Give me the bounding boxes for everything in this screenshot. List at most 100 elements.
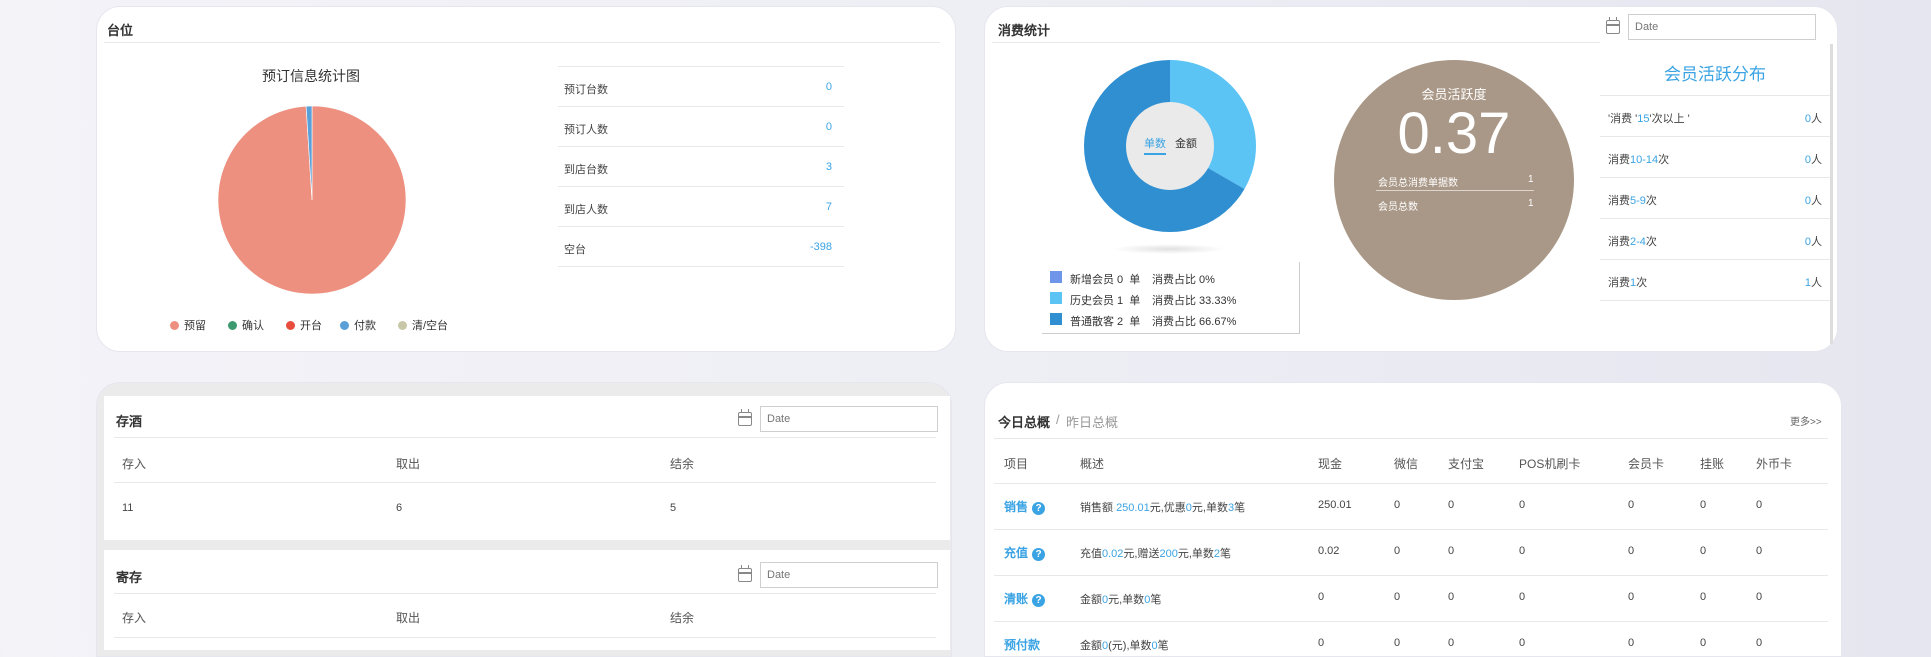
summary-row-desc: 销售额 250.01元,优惠0元,单数3笔 — [1080, 499, 1245, 515]
pie-legend-item[interactable]: 付款 — [340, 317, 376, 333]
summary-row-name-text[interactable]: 清账 — [1004, 592, 1028, 606]
summary-cell: 0 — [1519, 591, 1526, 603]
stat-value[interactable]: -398 — [810, 241, 832, 253]
dist-row: 消费1次 1人 — [1600, 259, 1830, 300]
activity-row-label: 会员总数 — [1378, 202, 1418, 213]
dist-unit: 人 — [1811, 236, 1822, 248]
summary-cell: 0 — [1700, 545, 1707, 557]
donut-legend-label: 历史会员 1 单 — [1070, 295, 1141, 307]
dist-num: 10-14 — [1630, 154, 1659, 166]
divider — [994, 621, 1828, 622]
dist-pre: 消费 — [1608, 154, 1630, 166]
summary-row-name[interactable]: 清账? — [1004, 590, 1046, 607]
pie-legend-item[interactable]: 预留 — [170, 317, 206, 333]
summary-header: 会员卡 — [1628, 457, 1665, 471]
help-icon[interactable]: ? — [1032, 548, 1046, 561]
dist-num: 15 — [1637, 113, 1650, 125]
stat-label: 到店人数 — [564, 204, 608, 216]
summary-cell: 0 — [1394, 545, 1401, 557]
dist-row: 消费10-14次 0人 — [1600, 136, 1830, 177]
summary-title-yesterday[interactable]: 昨日总概 — [1066, 412, 1118, 431]
donut-tab-count[interactable]: 单数 — [1144, 135, 1166, 155]
summary-cell: 0 — [1628, 637, 1635, 649]
summary-row-name-text[interactable]: 充值 — [1004, 546, 1028, 560]
deposit-date-picker — [738, 562, 938, 588]
divider — [104, 42, 940, 43]
stat-row: 空台 -398 — [558, 226, 844, 266]
help-icon[interactable]: ? — [1032, 502, 1046, 515]
help-icon[interactable]: ? — [1032, 594, 1046, 607]
desc-segment: 笔 — [1157, 640, 1169, 652]
divider — [994, 575, 1828, 576]
summary-cell: 0 — [1519, 637, 1526, 649]
wine-title: 存酒 — [116, 414, 143, 429]
summary-row-name-text[interactable]: 销售 — [1004, 500, 1028, 514]
reservation-pie-chart — [217, 105, 407, 295]
summary-header: POS机刷卡 — [1519, 457, 1581, 471]
summary-cell: 0 — [1448, 637, 1455, 649]
dist-row-label: 消费1次 — [1608, 274, 1647, 290]
donut-legend-swatch — [1050, 313, 1062, 325]
summary-cell: 0 — [1519, 545, 1526, 557]
summary-header: 项目 — [1004, 457, 1029, 471]
reservation-chart-title: 预订信息统计图 — [262, 68, 360, 84]
deposit-date-input[interactable] — [760, 562, 938, 588]
stat-value[interactable]: 0 — [826, 121, 832, 133]
dist-post: 次 — [1645, 195, 1657, 207]
more-link[interactable]: 更多>> — [1790, 413, 1822, 428]
dist-row-label: 消费2-4次 — [1608, 233, 1657, 249]
legend-label: 付款 — [354, 320, 376, 332]
calendar-icon[interactable] — [738, 409, 752, 426]
summary-header: 现金 — [1318, 457, 1343, 471]
activity-value: 0.37 — [1397, 101, 1511, 166]
divider — [992, 42, 1600, 43]
desc-segment: 笔 — [1220, 548, 1232, 560]
wine-date-input[interactable] — [760, 406, 938, 432]
desc-segment: 金额 — [1080, 640, 1102, 652]
desc-segment: (元),单数 — [1108, 640, 1152, 652]
summary-cell: 0 — [1318, 637, 1325, 649]
activity-row-value: 1 — [1528, 198, 1534, 209]
summary-cell: 0 — [1448, 591, 1455, 603]
summary-title-today[interactable]: 今日总概 — [998, 412, 1050, 431]
stat-label: 到店台数 — [564, 164, 608, 176]
summary-cell: 0 — [1700, 637, 1707, 649]
calendar-icon[interactable] — [738, 565, 752, 582]
consume-date-input[interactable] — [1628, 14, 1816, 40]
summary-cell: 250.01 — [1318, 499, 1352, 511]
wine-cell-in: 11 — [122, 502, 134, 514]
donut-shadow — [1112, 244, 1226, 254]
donut-legend-ratio: 消费占比 33.33% — [1152, 295, 1237, 307]
desc-segment: 元,优惠 — [1149, 502, 1186, 514]
dist-unit: 人 — [1811, 195, 1822, 207]
summary-row-name[interactable]: 充值? — [1004, 544, 1046, 561]
summary-cell: 0 — [1394, 499, 1401, 511]
pie-legend-item[interactable]: 确认 — [228, 317, 264, 333]
stat-value[interactable]: 7 — [826, 201, 832, 213]
stat-row: 预订人数 0 — [558, 106, 844, 146]
donut-tab-amount[interactable]: 金额 — [1175, 135, 1197, 151]
desc-segment: 笔 — [1150, 594, 1162, 606]
dist-row-value: 0人 — [1805, 110, 1822, 126]
desc-segment: 0.02 — [1102, 548, 1124, 560]
summary-cell: 0 — [1318, 591, 1325, 603]
legend-label: 确认 — [242, 320, 264, 332]
stat-value[interactable]: 3 — [826, 161, 832, 173]
legend-dot — [340, 320, 349, 330]
desc-segment: 销售额 — [1080, 502, 1117, 514]
summary-row-name-text[interactable]: 预付款 — [1004, 638, 1040, 652]
pie-legend-item[interactable]: 清/空台 — [398, 317, 448, 333]
desc-segment: 元,单数 — [1108, 594, 1145, 606]
donut-legend-ratio: 消费占比 0% — [1152, 274, 1215, 286]
legend-dot — [286, 320, 295, 330]
stat-value[interactable]: 0 — [826, 81, 832, 93]
calendar-icon[interactable] — [1606, 17, 1620, 34]
stat-label: 空台 — [564, 244, 586, 256]
summary-cell: 0 — [1756, 591, 1763, 603]
activity-row-divider — [1376, 190, 1534, 191]
dist-row-value: 0人 — [1805, 233, 1822, 249]
deposit-header-balance: 结余 — [670, 611, 695, 625]
summary-row-name[interactable]: 销售? — [1004, 498, 1046, 515]
consume-card-scrollbar[interactable] — [1830, 44, 1833, 344]
pie-legend-item[interactable]: 开台 — [286, 317, 322, 333]
